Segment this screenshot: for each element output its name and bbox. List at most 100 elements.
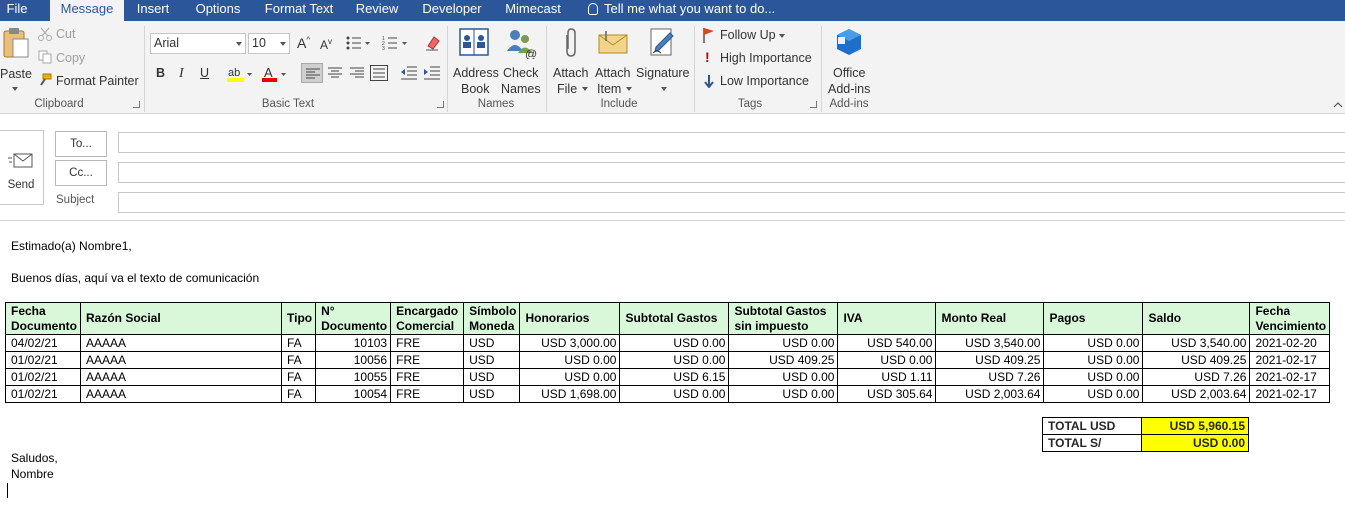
format-painter-label: Format Painter: [56, 74, 139, 88]
italic-button[interactable]: I: [179, 66, 184, 82]
table-cell: USD 6.15: [619, 368, 730, 386]
tab-file[interactable]: File: [0, 0, 34, 21]
numbering-icon[interactable]: 1 2 3: [382, 35, 408, 51]
bullets-icon[interactable]: [346, 35, 370, 51]
signature-dropdown-icon: [661, 87, 667, 91]
grow-font-icon[interactable]: A^: [297, 35, 310, 51]
address-book-button[interactable]: Address Book: [452, 25, 499, 96]
table-cell: USD 0.00: [728, 385, 839, 403]
svg-text:A: A: [264, 65, 273, 80]
column-header: Símbolo Moneda: [463, 302, 521, 335]
cc-button[interactable]: Cc...: [55, 160, 107, 186]
cc-field[interactable]: [118, 162, 1345, 183]
table-cell: USD 0.00: [728, 368, 839, 386]
font-size-combo[interactable]: 10: [248, 33, 290, 54]
attach-item-button[interactable]: Attach Item: [593, 25, 633, 96]
tab-review[interactable]: Review: [352, 0, 402, 21]
table-cell: 01/02/21: [5, 351, 81, 369]
paperclip-icon: [566, 28, 576, 57]
subject-field[interactable]: [118, 192, 1345, 213]
greeting-text: Estimado(a) Nombre1,: [11, 239, 132, 253]
totals-table: TOTAL USD USD 5,960.15 TOTAL S/ USD 0.00: [1042, 417, 1249, 452]
attach-item-icon: [598, 31, 628, 54]
copy-button[interactable]: Copy: [38, 49, 98, 67]
attach-item-dropdown-icon: [626, 87, 632, 91]
office-addins-button[interactable]: Office Add-ins: [826, 25, 874, 96]
high-importance-button[interactable]: ! High Importance: [702, 49, 818, 67]
check-names-icon: @: [507, 30, 537, 59]
to-button[interactable]: To...: [55, 131, 107, 157]
attach-file-button[interactable]: Attach File: [551, 25, 591, 96]
decrease-indent-icon[interactable]: [401, 66, 417, 80]
font-name-combo[interactable]: Arial: [150, 33, 246, 54]
signature-button[interactable]: Signature: [634, 25, 690, 95]
underline-button[interactable]: U: [200, 66, 209, 80]
format-painter-button[interactable]: Format Painter: [38, 72, 139, 90]
table-cell: USD 0.00: [519, 351, 621, 369]
tab-developer[interactable]: Developer: [416, 0, 488, 21]
collapse-ribbon-icon[interactable]: [1333, 101, 1343, 109]
font-color-icon[interactable]: A: [262, 65, 290, 83]
tab-mimecast[interactable]: Mimecast: [500, 0, 566, 21]
increase-indent-icon[interactable]: [424, 66, 440, 80]
table-row: 01/02/21 AAAAA FA 10055 FRE USD USD 0.00 USD 6.…: [5, 368, 1331, 386]
attach-file-label-1: Attach: [553, 66, 589, 80]
clipboard-launcher-icon[interactable]: [133, 101, 140, 108]
follow-up-dropdown-icon: [779, 34, 785, 38]
copy-icon: [38, 50, 52, 64]
font-size-value: 10: [252, 36, 266, 50]
align-center-icon[interactable]: [328, 67, 342, 79]
bold-button[interactable]: B: [156, 66, 165, 80]
column-header: Pagos: [1043, 302, 1144, 335]
table-cell: 2021-02-20: [1249, 334, 1331, 352]
tab-insert[interactable]: Insert: [130, 0, 176, 21]
table-cell: 10054: [315, 385, 392, 403]
basic-text-launcher-icon[interactable]: [437, 101, 444, 108]
ribbon-separator: [694, 26, 695, 112]
low-importance-button[interactable]: Low Importance: [702, 72, 818, 90]
ribbon-separator: [546, 26, 547, 112]
table-cell: USD: [463, 334, 521, 352]
shrink-font-icon[interactable]: Av: [320, 37, 332, 52]
office-addins-icon: [837, 29, 861, 55]
svg-text:ab: ab: [228, 67, 240, 79]
total-pen-row: TOTAL S/ USD 0.00: [1042, 434, 1249, 452]
tags-group-label: Tags: [737, 98, 763, 110]
send-label: Send: [7, 179, 35, 191]
tab-message[interactable]: Message: [50, 0, 124, 21]
column-header: Subtotal Gastos: [619, 302, 730, 335]
total-usd-row: TOTAL USD USD 5,960.15: [1042, 417, 1249, 435]
include-group-label: Include: [600, 98, 638, 110]
table-cell: USD 0.00: [837, 351, 937, 369]
highlight-color-icon[interactable]: ab: [227, 65, 255, 83]
names-group-label: Names: [477, 98, 515, 110]
tell-me-box[interactable]: Tell me what you want to do...: [588, 0, 775, 21]
table-cell: USD 0.00: [619, 334, 730, 352]
tab-format-text[interactable]: Format Text: [260, 0, 338, 21]
align-left-button[interactable]: [301, 63, 323, 83]
table-row: 01/02/21 AAAAA FA 10056 FRE USD USD 0.00 USD 0.…: [5, 351, 1331, 369]
clear-formatting-icon[interactable]: [424, 34, 442, 52]
paste-icon: [3, 28, 29, 58]
table-cell: USD 409.25: [935, 351, 1045, 369]
follow-up-button[interactable]: Follow Up: [702, 26, 792, 44]
cut-button[interactable]: Cut: [38, 26, 98, 44]
tags-launcher-icon[interactable]: [810, 101, 817, 108]
scissors-icon: [38, 27, 52, 41]
send-button[interactable]: Send: [0, 130, 44, 205]
check-names-button[interactable]: @ Check Names: [500, 25, 542, 96]
table-cell: USD 2,003.64: [1142, 385, 1251, 403]
font-name-value: Arial: [154, 36, 180, 50]
column-header: Honorarios: [519, 302, 621, 335]
table-cell: AAAAA: [80, 334, 282, 352]
tab-options[interactable]: Options: [190, 0, 246, 21]
paste-button[interactable]: Paste: [0, 25, 34, 91]
to-field[interactable]: [118, 132, 1345, 153]
table-cell: 10055: [315, 368, 392, 386]
subject-label: Subject: [56, 194, 95, 206]
table-cell: FA: [280, 385, 317, 403]
justify-icon[interactable]: [370, 65, 388, 81]
align-right-icon[interactable]: [350, 67, 364, 79]
table-cell: USD 0.00: [1043, 334, 1144, 352]
total-pen-label: TOTAL S/: [1042, 434, 1142, 452]
